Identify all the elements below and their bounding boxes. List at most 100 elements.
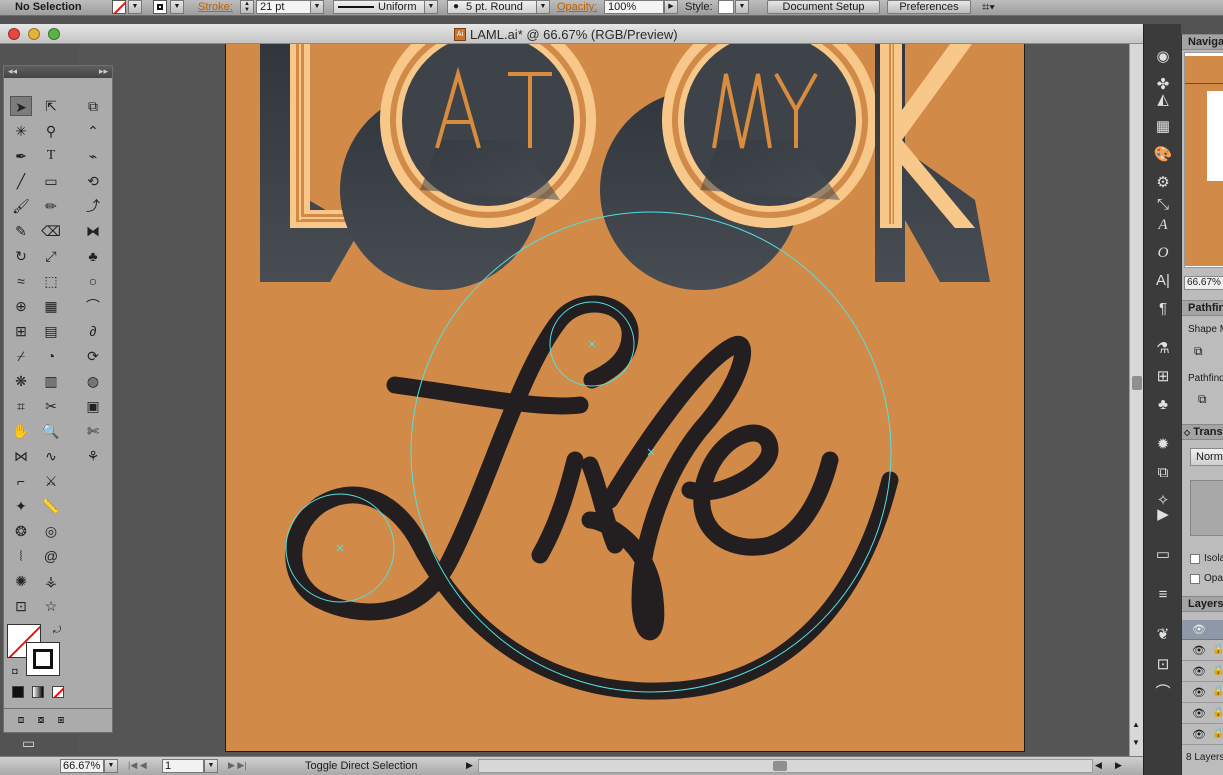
warp-tool-icon[interactable]: ≈ (10, 271, 32, 291)
lock-icon[interactable]: 🔒 (1212, 686, 1223, 697)
draw-normal-icon[interactable]: ⧈ (10, 710, 32, 730)
arrange-icon[interactable]: ⌗▾ (982, 0, 995, 15)
brush-dropdown[interactable]: ▼ (536, 0, 550, 14)
opacity-mask-checkbox[interactable] (1190, 574, 1200, 584)
navigator-zoom-field[interactable]: 66.67% (1184, 276, 1223, 290)
visibility-eye-icon[interactable]: 👁 (1192, 728, 1206, 741)
type-tool-icon[interactable]: T (40, 146, 62, 166)
color-mode-icon[interactable] (12, 686, 24, 698)
visibility-eye-icon[interactable]: 👁 (1192, 707, 1206, 720)
brush-definition[interactable]: ● 5 pt. Round (447, 0, 537, 14)
artboard[interactable]: A (226, 44, 1025, 751)
slice-tool-icon[interactable]: ✂ (40, 396, 62, 416)
anchor-point-tool-icon[interactable]: ⌃ (82, 121, 104, 141)
artboard-number-field[interactable]: 1 (162, 759, 204, 773)
transform-icon[interactable]: ⊡ (1152, 654, 1174, 676)
free-transform-tool-icon[interactable]: ⬚ (40, 271, 62, 291)
fill-swatch[interactable] (112, 0, 126, 14)
butterfly-icon[interactable]: ❦ (1152, 624, 1174, 646)
crop-tool-icon[interactable]: ⌐ (10, 471, 32, 491)
twirl-tool-icon[interactable]: ∂ (82, 321, 104, 341)
stroke-weight-field[interactable]: 21 pt (256, 0, 314, 14)
visibility-eye-icon[interactable]: 👁 (1192, 686, 1206, 699)
shape-tool-icon[interactable]: ⧉ (82, 96, 104, 116)
fill-dropdown[interactable]: ▼ (128, 0, 142, 14)
gradient-panel-icon[interactable]: ◭ (1152, 89, 1174, 111)
layer-row[interactable]: 👁 🔒 (1182, 704, 1223, 724)
collapse-icon[interactable]: ◂◂ (8, 66, 17, 77)
swatches-icon[interactable]: ▦ (1152, 116, 1174, 138)
navigator-preview[interactable] (1184, 52, 1223, 268)
gradient-tool-icon[interactable]: ▤ (40, 321, 62, 341)
artboard-tool-icon[interactable]: ⌗ (10, 396, 32, 416)
ellipse-tool-icon[interactable]: ○ (82, 271, 104, 291)
profile-dropdown[interactable]: ▼ (424, 0, 438, 14)
bloat-tool-icon[interactable]: ◎ (40, 521, 62, 541)
preferences-button[interactable]: Preferences (887, 0, 971, 14)
knife-tool-icon[interactable]: ⚔ (40, 471, 62, 491)
flare-tool-icon[interactable]: ✺ (10, 571, 32, 591)
symbols-icon[interactable]: ⚙ (1152, 172, 1174, 194)
reshape-tool-icon[interactable]: ⟳ (82, 346, 104, 366)
rotate-tool-icon[interactable]: ↻ (10, 246, 32, 266)
scroll-right-icon[interactable]: ▶ (1115, 760, 1122, 771)
symbol-sprayer-tool-icon[interactable]: ❋ (10, 371, 32, 391)
style-dropdown[interactable]: ▼ (735, 0, 749, 14)
status-menu-icon[interactable]: ▶ (466, 760, 473, 771)
polar-grid-tool-icon[interactable]: ◍ (82, 371, 104, 391)
puppet-warp-tool-icon[interactable]: ✦ (10, 496, 32, 516)
arc-tool-icon[interactable]: ⌒ (82, 296, 104, 316)
gradient-mode-icon[interactable] (32, 686, 44, 698)
actions-icon[interactable]: ▶ (1152, 504, 1174, 526)
graphic-styles-icon[interactable]: ⤡ (1152, 194, 1174, 216)
scissors-tool-icon[interactable]: ✄ (82, 421, 104, 441)
symbol-stainer-tool-icon[interactable]: ⚘ (82, 446, 104, 466)
lock-icon[interactable]: 🔒 (1212, 644, 1223, 655)
magic-wand-tool-icon[interactable]: ✳ (10, 121, 32, 141)
shape-builder-tool-icon[interactable]: ⊕ (10, 296, 32, 316)
navigator-sun-icon[interactable]: ✹ (1152, 434, 1174, 456)
stroke-label[interactable]: Stroke: (198, 0, 233, 15)
lasso-tool-icon[interactable]: ⚲ (40, 121, 62, 141)
isolate-blending-checkbox[interactable] (1190, 554, 1200, 564)
variable-width-profile[interactable]: Uniform (333, 0, 425, 14)
lock-icon[interactable]: 🔒 (1212, 728, 1223, 739)
layer-row[interactable]: 👁 🔒 (1182, 725, 1223, 745)
screen-mode-icon[interactable]: ▭ (22, 735, 46, 751)
crystallize-tool-icon[interactable]: ⊡ (10, 596, 32, 616)
next-artboard-icon[interactable]: ▶ ▶| (228, 760, 247, 771)
rectangle-tool-icon[interactable]: ▭ (40, 171, 62, 191)
scallop-tool-icon[interactable]: ⦚ (10, 546, 32, 566)
style-swatch[interactable] (718, 0, 734, 14)
unite-icon[interactable]: ⧉ (1194, 344, 1203, 359)
blob-brush-tool-icon[interactable]: ✎ (10, 221, 32, 241)
smooth-tool-icon[interactable]: ⌁ (82, 146, 104, 166)
minimize-window-button[interactable] (28, 28, 40, 40)
pathfinder-curve-icon[interactable]: ⌒ (1152, 682, 1174, 704)
horizontal-scrollbar[interactable] (478, 759, 1093, 773)
scroll-down-icon[interactable]: ▼ (1132, 738, 1140, 747)
scale-tool-icon[interactable]: ⤢ (40, 246, 62, 266)
layer-row-selected[interactable]: 👁 (1182, 620, 1223, 640)
eyedropper-tool-icon[interactable]: ⌿ (10, 346, 32, 366)
vertical-scroll-thumb[interactable] (1132, 376, 1142, 390)
visibility-eye-icon[interactable]: 👁 (1192, 665, 1206, 678)
vertical-scrollbar[interactable]: ▲ ▼ (1129, 44, 1143, 756)
lock-icon[interactable]: 🔒 (1212, 665, 1223, 676)
pucker-tool-icon[interactable]: ❂ (10, 521, 32, 541)
align-icon[interactable]: ⊞ (1152, 366, 1174, 388)
appearance-icon[interactable]: ⚗ (1152, 338, 1174, 360)
zoom-field[interactable]: 66.67% (60, 759, 104, 773)
layer-row[interactable]: 👁 🔒 (1182, 641, 1223, 661)
tab-layers[interactable]: Layers (1182, 596, 1223, 612)
pen-tool-icon[interactable]: ✒ (10, 146, 32, 166)
symbols-club-icon[interactable]: ♣ (1152, 394, 1174, 416)
brushes-icon[interactable]: 🎨 (1152, 144, 1174, 166)
visibility-eye-icon[interactable]: 👁 (1192, 623, 1206, 636)
document-setup-button[interactable]: Document Setup (767, 0, 880, 14)
visibility-eye-icon[interactable]: 👁 (1192, 644, 1206, 657)
layer-row[interactable]: 👁 🔒 (1182, 662, 1223, 682)
live-paint-tool-icon[interactable]: ⧓ (82, 221, 104, 241)
layer-row[interactable]: 👁 🔒 (1182, 683, 1223, 703)
artboard-dropdown[interactable]: ▼ (204, 759, 218, 773)
